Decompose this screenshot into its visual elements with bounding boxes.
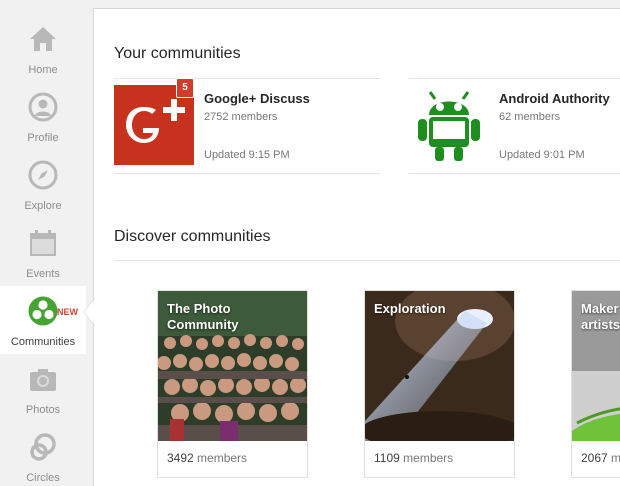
- community-updated-time: Updated 9:15 PM: [204, 149, 290, 161]
- communities-icon: [28, 296, 58, 326]
- sidebar-item-label: Events: [26, 268, 60, 280]
- android-mascot-logo: [409, 85, 489, 165]
- sidebar-item-circles[interactable]: Circles: [0, 422, 86, 486]
- discover-card-photo-community[interactable]: The Photo Community 3492 members: [157, 290, 308, 478]
- community-card-android-authority[interactable]: Android Authority 62 members Updated 9:0…: [409, 78, 620, 174]
- circles-icon: [30, 433, 56, 461]
- discover-card-title: Maker artists: [581, 301, 620, 332]
- discover-card-title: Exploration: [374, 301, 446, 316]
- community-name[interactable]: Android Authority: [499, 91, 610, 106]
- new-badge: NEW: [57, 307, 78, 317]
- member-count-number: 3492: [167, 451, 194, 465]
- divider: [114, 260, 620, 261]
- community-member-count: 2752 members: [204, 111, 278, 123]
- sidebar-nav: Home Profile Explore Events NEW Communit…: [0, 0, 86, 486]
- discover-card-maker-artists[interactable]: Maker artists 2067 members: [571, 290, 620, 478]
- compass-icon: [28, 160, 58, 190]
- member-count-unit: members: [197, 451, 248, 465]
- sidebar-item-profile[interactable]: Profile: [0, 82, 86, 150]
- active-pointer: [84, 299, 95, 325]
- main-panel: Your communities 5 Google+ Discuss 2752 …: [93, 8, 620, 486]
- home-icon: [30, 27, 56, 51]
- notification-count-badge: 5: [176, 78, 194, 98]
- discover-communities-heading: Discover communities: [114, 228, 271, 245]
- member-count-number: 1109: [374, 451, 400, 465]
- divider: [114, 173, 380, 174]
- sidebar-item-photos[interactable]: Photos: [0, 354, 86, 422]
- sidebar-item-label: Circles: [26, 472, 60, 484]
- sidebar-item-label: Home: [28, 64, 58, 76]
- your-communities-heading: Your communities: [114, 45, 241, 62]
- sidebar-item-label: Photos: [25, 404, 61, 416]
- sidebar-item-home[interactable]: Home: [0, 14, 86, 82]
- camera-icon: [30, 369, 56, 391]
- sidebar-item-label: Explore: [24, 200, 62, 212]
- community-member-count: 62 members: [499, 111, 561, 123]
- sidebar-item-label: Profile: [27, 132, 59, 144]
- community-name[interactable]: Google+ Discuss: [204, 91, 310, 106]
- discover-member-count: 2067 members: [581, 451, 620, 465]
- community-card-google-discuss[interactable]: 5 Google+ Discuss 2752 members Updated 9…: [114, 78, 380, 174]
- sidebar-item-communities[interactable]: NEW Communities: [0, 286, 86, 354]
- sidebar-item-explore[interactable]: Explore: [0, 150, 86, 218]
- divider: [409, 173, 620, 174]
- discover-card-title: The Photo Community: [167, 301, 239, 332]
- divider: [114, 78, 380, 79]
- member-count-number: 2067: [581, 451, 608, 465]
- community-updated-time: Updated 9:01 PM: [499, 149, 585, 161]
- divider: [409, 78, 620, 79]
- discover-member-count: 1109 members: [374, 451, 453, 465]
- member-count-unit: members: [611, 451, 620, 465]
- profile-icon: [28, 92, 58, 122]
- sidebar-item-label: Communities: [10, 336, 76, 348]
- discover-member-count: 3492 members: [167, 451, 247, 465]
- member-count-unit: members: [403, 451, 454, 465]
- sidebar-item-events[interactable]: Events: [0, 218, 86, 286]
- discover-card-exploration[interactable]: Exploration 1109 members: [364, 290, 515, 478]
- calendar-icon: [30, 230, 56, 256]
